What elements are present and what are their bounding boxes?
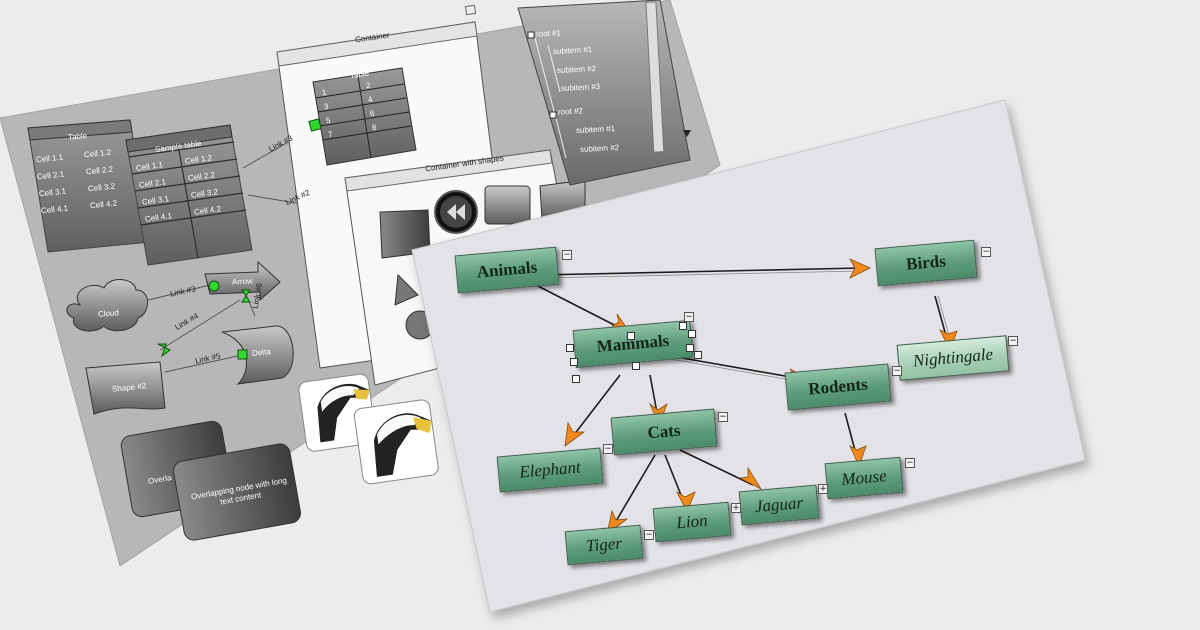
collapse-toggle-mouse[interactable]: − bbox=[905, 458, 915, 468]
node-lion[interactable]: Lion bbox=[652, 501, 732, 543]
selection-handle[interactable] bbox=[627, 332, 635, 340]
selection-handle[interactable] bbox=[686, 344, 694, 352]
collapse-toggle-tiger[interactable]: − bbox=[644, 530, 654, 540]
collapse-toggle-animals[interactable]: − bbox=[562, 250, 572, 260]
selection-handle[interactable] bbox=[572, 375, 580, 383]
tree-diagram-screenshot: Animals − Birds − Mammals − Nightingale … bbox=[0, 0, 1200, 630]
node-tiger[interactable]: Tiger bbox=[564, 524, 644, 566]
selection-handle[interactable] bbox=[566, 344, 574, 352]
selection-handle[interactable] bbox=[688, 330, 696, 338]
expand-toggle-jaguar[interactable]: + bbox=[818, 484, 828, 494]
collapse-toggle-elephant[interactable]: − bbox=[603, 444, 613, 454]
node-mouse[interactable]: Mouse bbox=[824, 456, 904, 500]
selection-handle[interactable] bbox=[679, 322, 687, 330]
collapse-toggle-cats[interactable]: − bbox=[718, 412, 728, 422]
collapse-toggle-nightingale[interactable]: − bbox=[1008, 336, 1018, 346]
collapse-toggle-mammals[interactable]: − bbox=[684, 312, 694, 322]
collapse-toggle-rodents[interactable]: − bbox=[892, 366, 902, 376]
node-jaguar[interactable]: Jaguar bbox=[738, 484, 820, 526]
expand-toggle-lion[interactable]: + bbox=[731, 503, 741, 513]
selection-handle[interactable] bbox=[694, 351, 702, 359]
collapse-toggle-birds[interactable]: − bbox=[981, 247, 991, 257]
selection-handle[interactable] bbox=[632, 362, 640, 370]
selection-handle[interactable] bbox=[570, 358, 578, 366]
